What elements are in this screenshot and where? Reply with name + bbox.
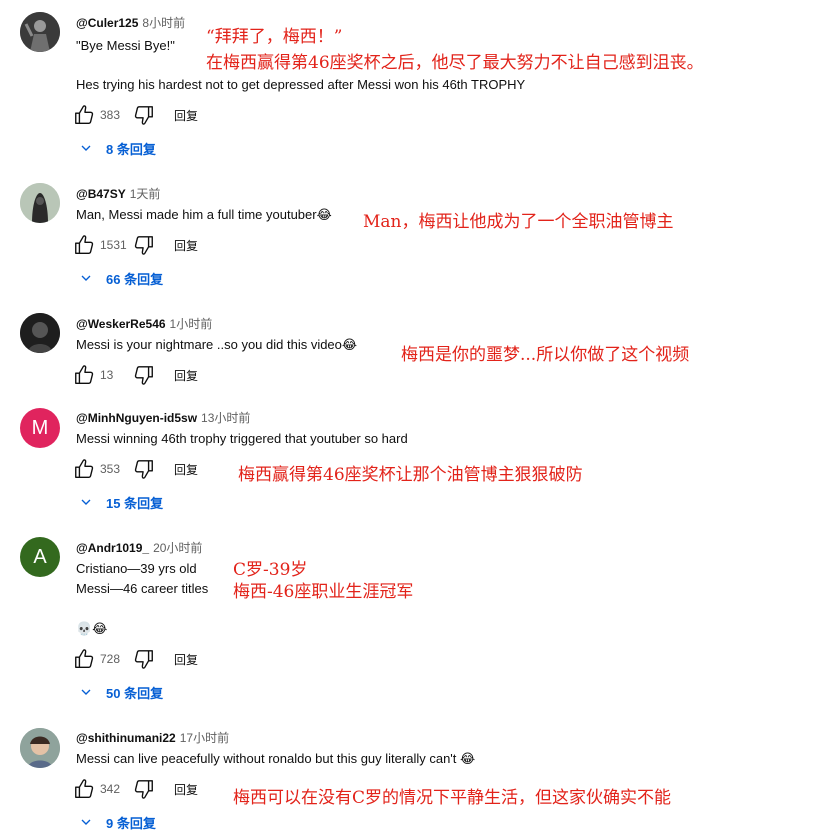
replies-count: 9 条回复 [106,815,156,831]
replies-count: 8 条回复 [106,141,156,157]
avatar[interactable] [20,183,60,223]
replies-count: 15 条回复 [106,495,164,511]
reply-button[interactable]: 回复 [174,461,198,478]
like-count: 383 [100,108,121,122]
view-replies-button[interactable]: 66 条回复 [78,266,163,290]
annotation-text: Man，梅西让他成为了一个全职油管博主 [363,212,674,232]
comment-time[interactable]: 8小时前 [142,16,185,30]
comment-time[interactable]: 20小时前 [153,541,202,555]
annotation-text: “拜拜了，梅西！” [206,27,343,47]
comment-time[interactable]: 1天前 [130,187,161,201]
thumb-down-icon [133,458,155,480]
avatar[interactable] [20,313,60,353]
like-button[interactable] [72,647,96,671]
comment-author[interactable]: @Andr1019_ [76,541,149,555]
comment-author[interactable]: @MinhNguyen-id5sw [76,411,197,425]
thumb-down-icon [133,648,155,670]
thumb-up-icon [73,458,95,480]
comment-actions: 13 回复 [72,363,198,387]
replies-count: 66 条回复 [106,271,164,287]
comment-time[interactable]: 17小时前 [180,731,229,745]
chevron-down-icon [78,684,94,700]
avatar[interactable] [20,728,60,768]
reply-button[interactable]: 回复 [174,237,198,254]
annotation-text: 梅西-46座职业生涯冠军 [233,582,414,602]
comment-text: Messi—46 career titles [76,581,209,596]
reply-button[interactable]: 回复 [174,107,198,124]
comment-text: "Bye Messi Bye!" [76,38,175,53]
reply-button[interactable]: 回复 [174,781,198,798]
comment-time[interactable]: 13小时前 [201,411,250,425]
view-replies-button[interactable]: 15 条回复 [78,490,163,514]
comment-text: Hes trying his hardest not to get depres… [76,77,526,92]
comment-actions: 383 回复 [72,103,198,127]
annotation-text: 梅西赢得第46座奖杯让那个油管博主狠狠破防 [238,465,583,485]
avatar[interactable]: M [20,408,60,448]
like-button[interactable] [72,457,96,481]
comment-author[interactable]: @Culer125 [76,16,138,30]
chevron-down-icon [78,494,94,510]
comment-text: Man, Messi made him a full time youtuber… [76,207,332,222]
comment-actions: 353 回复 [72,457,198,481]
avatar[interactable] [20,12,60,52]
comment-meta: @Culer125 8小时前 [76,14,185,31]
thumb-up-icon [73,104,95,126]
comment-text: Messi winning 46th trophy triggered that… [76,431,408,446]
comment-text: Messi is your nightmare ..so you did thi… [76,337,358,352]
comment-emoji: 💀😂 [76,621,108,636]
comment-time[interactable]: 1小时前 [170,317,213,331]
like-count: 728 [100,652,121,666]
like-count: 13 [100,368,114,382]
thumb-down-icon [133,104,155,126]
comment-meta: @shithinumani22 17小时前 [76,729,229,746]
thumb-down-icon [133,364,155,386]
comment-text: Cristiano—39 yrs old [76,561,197,576]
comment-actions: 728 回复 [72,647,198,671]
view-replies-button[interactable]: 8 条回复 [78,136,156,160]
comment-actions: 342 回复 [72,777,198,801]
comment-text: Messi can live peacefully without ronald… [76,751,476,766]
view-replies-button[interactable]: 50 条回复 [78,680,163,704]
thumb-up-icon [73,364,95,386]
dislike-button[interactable] [132,647,156,671]
avatar-letter: M [31,416,49,439]
dislike-button[interactable] [132,363,156,387]
like-button[interactable] [72,233,96,257]
avatar-letter: A [33,545,47,568]
like-count: 353 [100,462,121,476]
like-button[interactable] [72,103,96,127]
annotation-text: 梅西是你的噩梦...所以你做了这个视频 [401,345,690,365]
comment-meta: @Andr1019_ 20小时前 [76,539,202,556]
thumb-up-icon [73,778,95,800]
dislike-button[interactable] [132,777,156,801]
like-button[interactable] [72,777,96,801]
like-button[interactable] [72,363,96,387]
view-replies-button[interactable]: 9 条回复 [78,810,156,834]
avatar[interactable]: A [20,537,60,577]
comment-author[interactable]: @B47SY [76,187,126,201]
replies-count: 50 条回复 [106,685,164,701]
reply-button[interactable]: 回复 [174,367,198,384]
thumb-down-icon [133,778,155,800]
comment-author[interactable]: @WeskerRe546 [76,317,166,331]
like-count: 342 [100,782,121,796]
thumb-up-icon [73,648,95,670]
like-count: 1531 [100,238,127,252]
thumb-up-icon [73,234,95,256]
chevron-down-icon [78,270,94,286]
annotation-text: 在梅西赢得第46座奖杯之后，他尽了最大努力不让自己感到沮丧。 [206,53,704,73]
comment-meta: @WeskerRe546 1小时前 [76,315,212,332]
comment-meta: @B47SY 1天前 [76,185,160,202]
comment-meta: @MinhNguyen-id5sw 13小时前 [76,409,250,426]
thumb-down-icon [133,234,155,256]
dislike-button[interactable] [132,457,156,481]
chevron-down-icon [78,814,94,830]
reply-button[interactable]: 回复 [174,651,198,668]
dislike-button[interactable] [132,233,156,257]
comment-author[interactable]: @shithinumani22 [76,731,176,745]
comment-actions: 1531 回复 [72,233,198,257]
annotation-text: 梅西可以在没有C罗的情况下平静生活，但这家伙确实不能 [233,788,672,808]
chevron-down-icon [78,140,94,156]
dislike-button[interactable] [132,103,156,127]
